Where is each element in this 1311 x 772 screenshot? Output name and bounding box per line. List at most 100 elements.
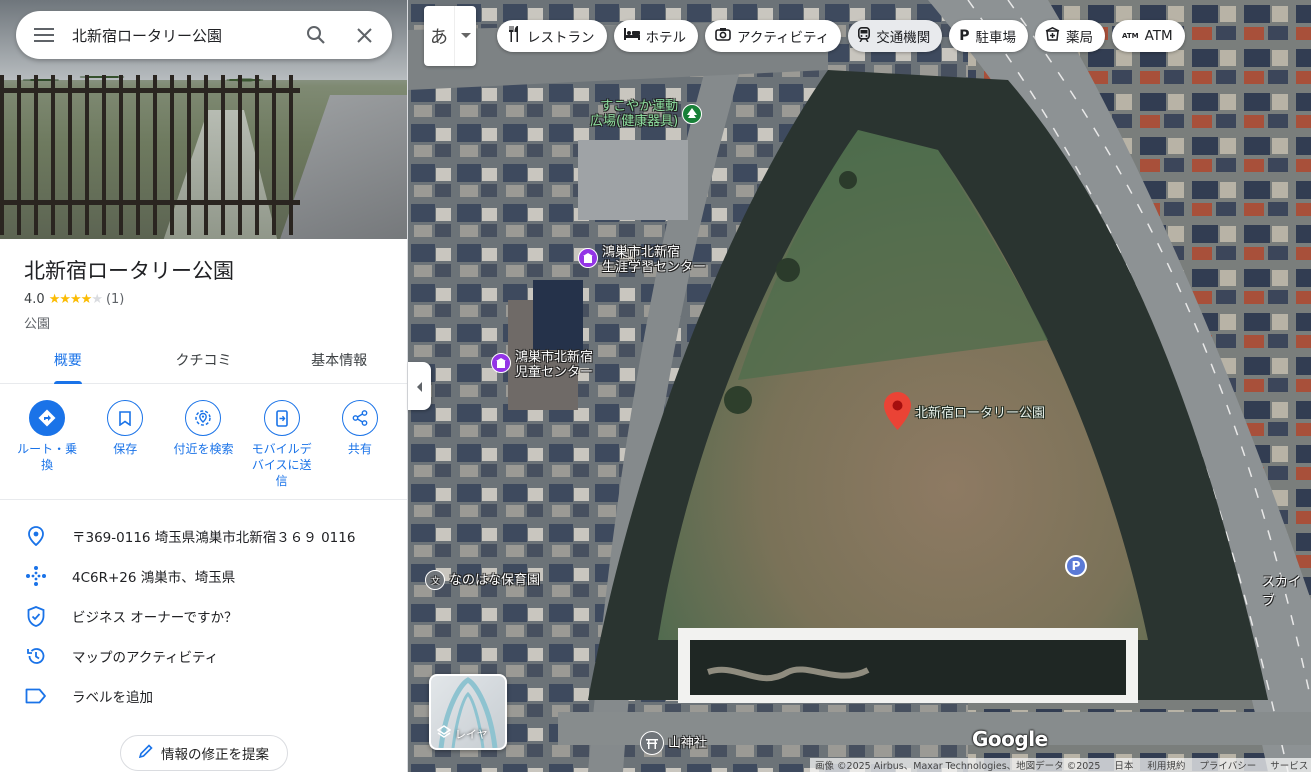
- nearby-button[interactable]: 付近を検索: [167, 400, 239, 499]
- place-pin-icon[interactable]: [884, 392, 911, 434]
- send-to-phone-icon[interactable]: [263, 400, 300, 436]
- address-row[interactable]: 〒369-0116 埼玉県鴻巣市北新宿３６９ 0116: [0, 516, 407, 556]
- share-icon[interactable]: [341, 400, 378, 436]
- suggest-edit-label: 情報の修正を提案: [161, 747, 269, 763]
- search-icon[interactable]: [292, 11, 340, 59]
- map-attribution: 画像 ©2025 Airbus、Maxar Technologies、地図データ…: [810, 758, 1311, 772]
- history-icon: [24, 644, 48, 668]
- rating-value: 4.0: [24, 292, 45, 307]
- nearby-icon[interactable]: [185, 400, 222, 436]
- action-label: 付近を検索: [173, 442, 234, 456]
- parking-marker[interactable]: P: [1065, 555, 1087, 577]
- poi-learning-center[interactable]: 鴻巣市北新宿 生涯学習センター: [578, 245, 706, 275]
- star-rating-icon: ★★★★★: [48, 292, 103, 307]
- poi-label: なのはな保育園: [449, 572, 541, 588]
- pin-label[interactable]: 北新宿ロータリー公園: [915, 402, 1045, 421]
- chip-hotel[interactable]: ホテル: [613, 20, 698, 52]
- action-buttons: ルート・乗換 保存 付近を検索 モバイルデバイスに送信 共有: [0, 400, 407, 500]
- directions-button[interactable]: ルート・乗換: [11, 400, 83, 499]
- collapse-panel-button[interactable]: [408, 362, 431, 410]
- share-button[interactable]: 共有: [324, 400, 396, 499]
- poi-label: 鴻巣市北新宿: [515, 350, 594, 365]
- chevron-down-icon[interactable]: [454, 6, 476, 66]
- action-label: モバイルデバイスに送信: [251, 442, 312, 488]
- shrine-icon: [640, 731, 664, 755]
- building-icon: [578, 248, 598, 268]
- layers-icon: [436, 725, 452, 742]
- attribution-terms[interactable]: 利用規約: [1147, 758, 1185, 772]
- photo-rail: [0, 88, 300, 93]
- search-box[interactable]: 北新宿ロータリー公園: [16, 11, 392, 59]
- attribution-privacy[interactable]: プライバシー: [1199, 758, 1256, 772]
- action-label: 保存: [113, 442, 138, 456]
- layer-switcher[interactable]: レイヤ: [429, 674, 507, 750]
- chip-pharmacy[interactable]: 薬局: [1034, 20, 1105, 52]
- chip-parking[interactable]: P 駐車場: [949, 20, 1028, 52]
- menu-icon[interactable]: [16, 11, 72, 59]
- owner-claim-row[interactable]: ビジネス オーナーですか？: [0, 596, 407, 636]
- rating-row[interactable]: 4.0 ★★★★★ (1): [24, 292, 124, 307]
- ime-char: あ: [430, 27, 448, 48]
- close-icon[interactable]: [340, 11, 388, 59]
- map-activity-row[interactable]: マップのアクティビティ: [0, 636, 407, 676]
- pharmacy-icon: [1045, 26, 1060, 45]
- add-label-row[interactable]: ラベルを追加: [0, 676, 407, 716]
- input-method-toggle[interactable]: あ: [424, 6, 476, 66]
- send-to-phone-button[interactable]: モバイルデバイスに送信: [246, 400, 318, 499]
- chip-label: ATM: [1144, 28, 1173, 44]
- chip-restaurant[interactable]: レストラン: [497, 20, 607, 52]
- place-category[interactable]: 公園: [24, 313, 50, 332]
- action-label: 共有: [347, 442, 372, 456]
- tab-overview[interactable]: 概要: [0, 340, 136, 384]
- satellite-map[interactable]: [408, 0, 1311, 772]
- chip-label: 交通機関: [876, 30, 931, 46]
- tab-about[interactable]: 基本情報: [271, 340, 407, 383]
- directions-icon[interactable]: [29, 400, 66, 436]
- map-activity-text: マップのアクティビティ: [72, 650, 219, 666]
- google-logo: Google: [972, 727, 1048, 751]
- plus-code-text: 4C6R+26 鴻巣市、埼玉県: [72, 570, 236, 586]
- chip-transit[interactable]: 交通機関: [848, 20, 943, 52]
- maps-window: あ レストラン ホテル アクティビティ 交通機関 P 駐車場 薬局 ATM AT…: [0, 0, 1311, 772]
- building-icon: [491, 353, 511, 373]
- owner-claim-text: ビジネス オーナーですか？: [72, 610, 238, 626]
- poi-children-center[interactable]: 鴻巣市北新宿 児童センター: [491, 350, 593, 380]
- poi-label: 生涯学習センター: [602, 260, 707, 275]
- chip-activity[interactable]: アクティビティ: [705, 20, 842, 52]
- attribution-region[interactable]: 日本: [1114, 758, 1133, 772]
- restaurant-icon: [507, 26, 521, 46]
- info-list: 〒369-0116 埼玉県鴻巣市北新宿３６９ 0116 4C6R+26 鴻巣市、…: [0, 516, 407, 716]
- plus-code-icon: [24, 564, 48, 588]
- label-icon: [24, 684, 48, 708]
- parking-icon: P: [959, 28, 970, 44]
- bookmark-icon[interactable]: [107, 400, 144, 436]
- chip-label: 薬局: [1065, 30, 1093, 46]
- camera-icon: [715, 27, 731, 45]
- school-icon: 文: [425, 570, 445, 590]
- review-count[interactable]: (1): [106, 292, 124, 307]
- photo-rail: [0, 200, 300, 205]
- poi-shrine[interactable]: 山神社: [640, 731, 707, 755]
- suggest-edit-button[interactable]: 情報の修正を提案: [120, 735, 288, 771]
- photo-fence: [0, 75, 300, 235]
- satellite-imagery: [408, 0, 1311, 772]
- action-label: ルート・乗換: [17, 442, 78, 472]
- chip-label: ホテル: [645, 30, 687, 46]
- transit-icon: [858, 26, 871, 46]
- poi-nursery[interactable]: 文 なのはな保育園: [425, 570, 540, 590]
- chip-atm[interactable]: ATM ATM: [1111, 20, 1185, 52]
- layer-label: レイヤ: [455, 727, 488, 741]
- poi-label: 山神社: [668, 735, 708, 751]
- poi-fitness-park[interactable]: すこやか運動 広場(健康器具): [590, 99, 703, 129]
- atm-icon: ATM: [1121, 32, 1139, 40]
- add-label-text: ラベルを追加: [72, 690, 153, 706]
- address-text: 〒369-0116 埼玉県鴻巣市北新宿３６９ 0116: [72, 530, 356, 546]
- map-edge-label[interactable]: スカイブ: [1262, 571, 1311, 609]
- search-input[interactable]: 北新宿ロータリー公園: [72, 25, 292, 46]
- tab-reviews[interactable]: クチコミ: [136, 340, 272, 383]
- place-title: 北新宿ロータリー公園: [24, 259, 234, 283]
- save-button[interactable]: 保存: [89, 400, 161, 499]
- attribution-service[interactable]: サービス: [1270, 758, 1308, 772]
- plus-code-row[interactable]: 4C6R+26 鴻巣市、埼玉県: [0, 556, 407, 596]
- attribution-imagery: 画像 ©2025 Airbus、Maxar Technologies、地図データ…: [815, 761, 1101, 772]
